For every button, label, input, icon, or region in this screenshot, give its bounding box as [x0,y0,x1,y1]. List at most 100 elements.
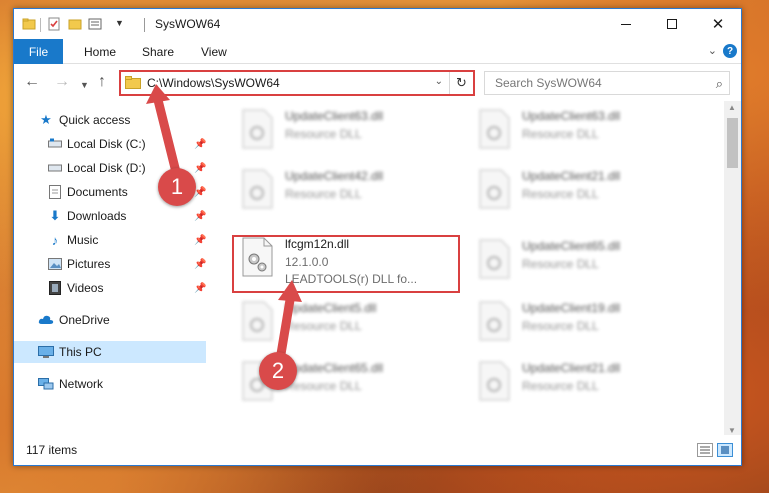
details-view-icon[interactable] [697,443,713,457]
file-name: UpdateClient42.dll [285,169,384,183]
sidebar-item-pictures[interactable]: Pictures 📌 [14,253,206,275]
dll-file-icon [479,239,510,279]
documents-icon [47,184,63,200]
file-item[interactable]: UpdateClient63.dll Resource DLL [469,103,689,159]
file-item[interactable]: UpdateClient65.dll Resource DLL [469,233,689,289]
sidebar-item-label: Quick access [59,113,131,127]
close-icon: ✕ [711,16,725,33]
minimize-button[interactable] [603,9,649,39]
minimize-icon [621,23,631,25]
ribbon-tabs: File Home Share View ⌄ ? [14,39,741,64]
divider [40,18,41,32]
drive-icon [47,160,63,176]
dll-file-icon [479,361,510,401]
sidebar-item-downloads[interactable]: ⬇ Downloads 📌 [14,205,207,227]
file-type: Resource DLL [285,187,362,201]
sidebar-item-quick-access[interactable]: ★ Quick access [14,109,206,131]
status-bar: 117 items [14,435,741,465]
pictures-icon [47,256,63,272]
maximize-button[interactable] [649,9,695,39]
quick-access-dropdown-icon[interactable]: ▼ [115,18,124,28]
file-type: Resource DLL [522,379,599,393]
file-type: Resource DLL [522,257,599,271]
file-type: Resource DLL [522,127,599,141]
file-name: UpdateClient19.dll [522,301,621,315]
sidebar-item-label: Documents [67,185,128,199]
file-name: UpdateClient5.dll [285,301,377,315]
network-icon [38,376,54,392]
callout-step-2: 2 [259,352,297,390]
callout-step-1: 1 [158,168,196,206]
file-item[interactable]: UpdateClient19.dll Resource DLL [469,295,689,351]
file-item[interactable]: UpdateClient21.dll Resource DLL [469,355,689,411]
tab-share[interactable]: Share [142,45,174,59]
sidebar-item-this-pc[interactable]: This PC [14,341,206,363]
tab-view[interactable]: View [201,45,227,59]
sidebar-item-label: Pictures [67,257,111,271]
file-item[interactable]: UpdateClient42.dll Resource DLL [232,163,452,219]
navigation-bar: ← → ▼ ↑ C:\Windows\SysWOW64 ⌄ ↻ Search S… [14,65,741,101]
new-folder-icon[interactable] [68,17,82,31]
forward-arrow-icon[interactable]: → [54,74,70,90]
file-item[interactable]: UpdateClient63.dll Resource DLL [232,103,452,159]
tab-home[interactable]: Home [84,45,116,59]
navigation-pane: ★ Quick access Local Disk (C:) 📌 Local D… [14,101,209,437]
vertical-scrollbar[interactable]: ▲ ▼ [724,101,741,437]
pin-icon: 📌 [194,210,207,222]
cloud-icon [38,312,54,328]
search-icon: ⌕ [715,76,723,91]
file-name: UpdateClient21.dll [522,361,621,375]
file-name: UpdateClient21.dll [522,169,621,183]
address-highlight-box [119,70,475,96]
sidebar-item-label: Music [67,233,99,247]
dll-file-icon [242,301,273,341]
downloads-icon: ⬇ [49,208,61,223]
help-icon[interactable]: ? [723,44,737,58]
properties-icon[interactable] [47,17,61,31]
sidebar-item-onedrive[interactable]: OneDrive [14,309,206,331]
customize-icon[interactable] [88,17,102,31]
dll-file-icon [479,301,510,341]
dll-file-icon [242,109,273,149]
pin-icon: 📌 [194,282,207,294]
folder-icon [22,18,36,30]
file-item[interactable]: UpdateClient21.dll Resource DLL [469,163,689,219]
scroll-up-icon[interactable]: ▲ [728,103,736,112]
large-icons-view-icon[interactable] [717,443,733,457]
sidebar-item-label: This PC [59,345,102,359]
star-icon: ★ [40,112,52,127]
file-name: UpdateClient63.dll [522,109,621,123]
videos-icon [47,280,63,296]
pin-icon: 📌 [194,234,207,246]
sidebar-item-label: Downloads [67,209,127,223]
music-icon: ♪ [51,232,59,248]
search-box[interactable]: Search SysWOW64 ⌕ [484,71,730,95]
item-count: 117 items [26,443,78,457]
back-arrow-icon[interactable]: ← [24,74,40,90]
tab-file[interactable]: File [14,39,63,64]
scroll-thumb[interactable] [727,118,738,168]
sidebar-item-videos[interactable]: Videos 📌 [14,277,206,299]
dll-file-icon [479,169,510,209]
file-explorer-window: ▼ SysWOW64 ✕ File Home Share View ⌄ ? ← … [13,8,742,466]
pin-icon: 📌 [194,258,207,270]
sidebar-item-network[interactable]: Network [14,373,206,395]
expand-ribbon-icon[interactable]: ⌄ [708,44,717,57]
up-arrow-icon[interactable]: ↑ [98,74,106,90]
sidebar-item-music[interactable]: ♪ Music 📌 [14,229,207,251]
search-input[interactable]: Search SysWOW64 [495,76,602,90]
recent-locations-icon[interactable]: ▼ [80,77,89,93]
scroll-down-icon[interactable]: ▼ [728,426,736,435]
sidebar-item-local-disk-c[interactable]: Local Disk (C:) 📌 [14,133,206,155]
title-divider [144,18,145,32]
file-type: Resource DLL [285,319,362,333]
close-button[interactable]: ✕ [695,9,741,39]
sidebar-item-label: Network [59,377,104,391]
file-type: Resource DLL [522,187,599,201]
pin-icon: 📌 [194,162,207,174]
file-name: UpdateClient65.dll [522,239,621,253]
file-highlight-box [232,235,460,293]
dll-file-icon [479,109,510,149]
file-item[interactable]: UpdateClient5.dll Resource DLL [232,295,452,351]
computer-icon [38,344,54,360]
